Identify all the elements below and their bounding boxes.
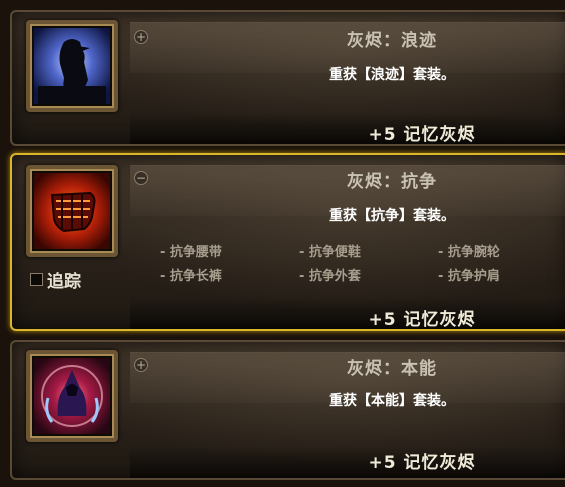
crow-moon-icon — [34, 28, 110, 104]
set-piece-shoulders: - 抗争护肩 — [438, 269, 500, 284]
set-description: 重获【本能】套装。 — [329, 393, 455, 409]
set-piece-bracers: - 抗争腕轮 — [438, 245, 500, 260]
track-checkbox[interactable] — [30, 273, 43, 286]
set-reward: +5 记忆灰烬 — [368, 453, 476, 473]
set-reward: +5 记忆灰烬 — [368, 125, 476, 145]
set-icon-frame — [26, 350, 118, 442]
set-card-instinct[interactable]: + 灰烬：本能 重获【本能】套装。 +5 记忆灰烬 — [10, 340, 565, 480]
set-title: 灰烬：本能 — [347, 359, 437, 379]
set-card-struggle[interactable]: 追踪 − 灰烬：抗争 重获【抗争】套装。 - 抗争腰带 - 抗争便鞋 - 抗争腕… — [10, 153, 565, 331]
set-icon-frame — [26, 165, 118, 257]
track-option[interactable]: 追踪 — [30, 267, 81, 292]
hooded-figure-icon — [34, 358, 110, 434]
expand-toggle[interactable]: + — [134, 30, 148, 44]
fist-icon — [34, 173, 110, 249]
set-description: 重获【抗争】套装。 — [329, 208, 455, 224]
set-piece-shoes: - 抗争便鞋 — [299, 245, 361, 260]
track-label: 追踪 — [47, 272, 81, 292]
set-piece-belt: - 抗争腰带 — [160, 245, 222, 260]
set-icon-frame — [26, 20, 118, 112]
set-piece-coat: - 抗争外套 — [299, 269, 361, 284]
set-reward: +5 记忆灰烬 — [368, 310, 476, 330]
expand-toggle[interactable]: + — [134, 358, 148, 372]
set-title: 灰烬：抗争 — [347, 172, 437, 192]
set-description: 重获【浪迹】套装。 — [329, 67, 455, 83]
collapse-toggle[interactable]: − — [134, 171, 148, 185]
set-piece-pants: - 抗争长裤 — [160, 269, 222, 284]
set-title: 灰烬：浪迹 — [347, 31, 437, 51]
set-card-wanderer[interactable]: + 灰烬：浪迹 重获【浪迹】套装。 +5 记忆灰烬 — [10, 10, 565, 146]
